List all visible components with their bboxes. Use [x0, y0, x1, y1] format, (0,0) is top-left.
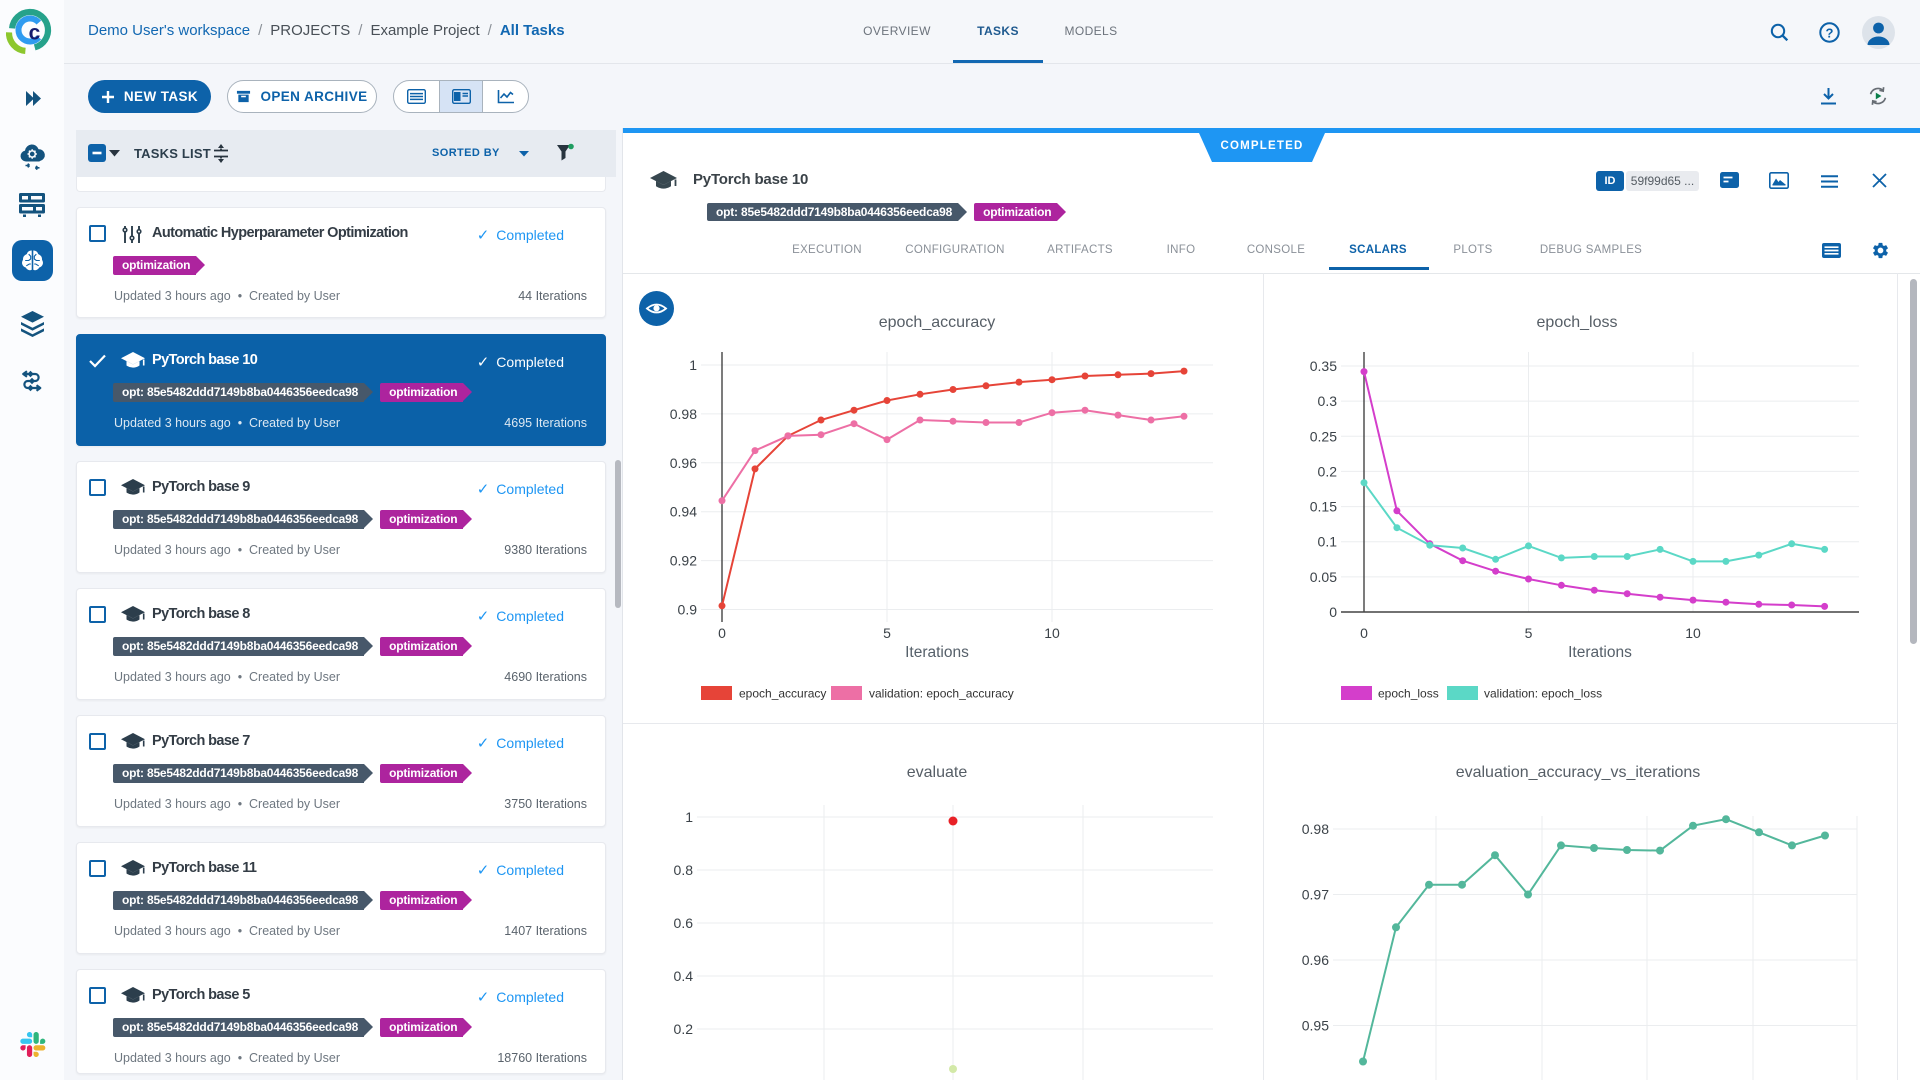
svg-text:1: 1 [689, 357, 697, 373]
svg-text:0.3: 0.3 [1318, 393, 1338, 409]
svg-text:0.05: 0.05 [1310, 569, 1337, 585]
svg-text:0.92: 0.92 [670, 553, 697, 569]
svg-text:5: 5 [883, 625, 891, 641]
svg-text:0.2: 0.2 [1318, 463, 1338, 479]
svg-text:0.35: 0.35 [1310, 358, 1337, 374]
svg-text:0.6: 0.6 [674, 915, 694, 931]
svg-text:0: 0 [1360, 625, 1368, 641]
svg-text:0.96: 0.96 [1302, 952, 1329, 968]
svg-text:0.98: 0.98 [670, 406, 697, 422]
svg-text:Iterations: Iterations [1568, 644, 1632, 661]
svg-text:?: ? [1826, 25, 1834, 40]
svg-text:0.98: 0.98 [1302, 821, 1329, 837]
svg-text:epoch_accuracy: epoch_accuracy [879, 314, 996, 331]
svg-text:0: 0 [1329, 604, 1337, 620]
svg-text:c: c [29, 22, 41, 45]
svg-text:0.94: 0.94 [670, 504, 697, 520]
svg-text:validation: epoch_accuracy: validation: epoch_accuracy [869, 687, 1014, 701]
svg-text:0.96: 0.96 [670, 455, 697, 471]
svg-text:0.97: 0.97 [1302, 887, 1329, 903]
svg-text:0.1: 0.1 [1318, 534, 1338, 550]
svg-text:1: 1 [685, 809, 693, 825]
svg-text:0.25: 0.25 [1310, 428, 1337, 444]
svg-text:Iterations: Iterations [905, 644, 969, 661]
svg-text:0.8: 0.8 [674, 862, 694, 878]
svg-text:0.4: 0.4 [674, 968, 694, 984]
svg-text:0.2: 0.2 [674, 1021, 694, 1037]
svg-text:validation: epoch_loss: validation: epoch_loss [1484, 687, 1602, 701]
svg-text:0: 0 [718, 625, 726, 641]
svg-text:0.9: 0.9 [678, 602, 698, 618]
svg-text:epoch_loss: epoch_loss [1378, 687, 1439, 701]
svg-text:evaluation_accuracy_vs_iterati: evaluation_accuracy_vs_iterations [1456, 764, 1701, 781]
svg-text:epoch_loss: epoch_loss [1537, 314, 1618, 331]
svg-text:5: 5 [1525, 625, 1533, 641]
svg-text:0.95: 0.95 [1302, 1018, 1329, 1034]
svg-text:10: 10 [1044, 625, 1060, 641]
svg-text:epoch_accuracy: epoch_accuracy [739, 687, 826, 701]
svg-text:evaluate: evaluate [907, 764, 968, 781]
svg-text:10: 10 [1685, 625, 1701, 641]
svg-text:0.15: 0.15 [1310, 499, 1337, 515]
